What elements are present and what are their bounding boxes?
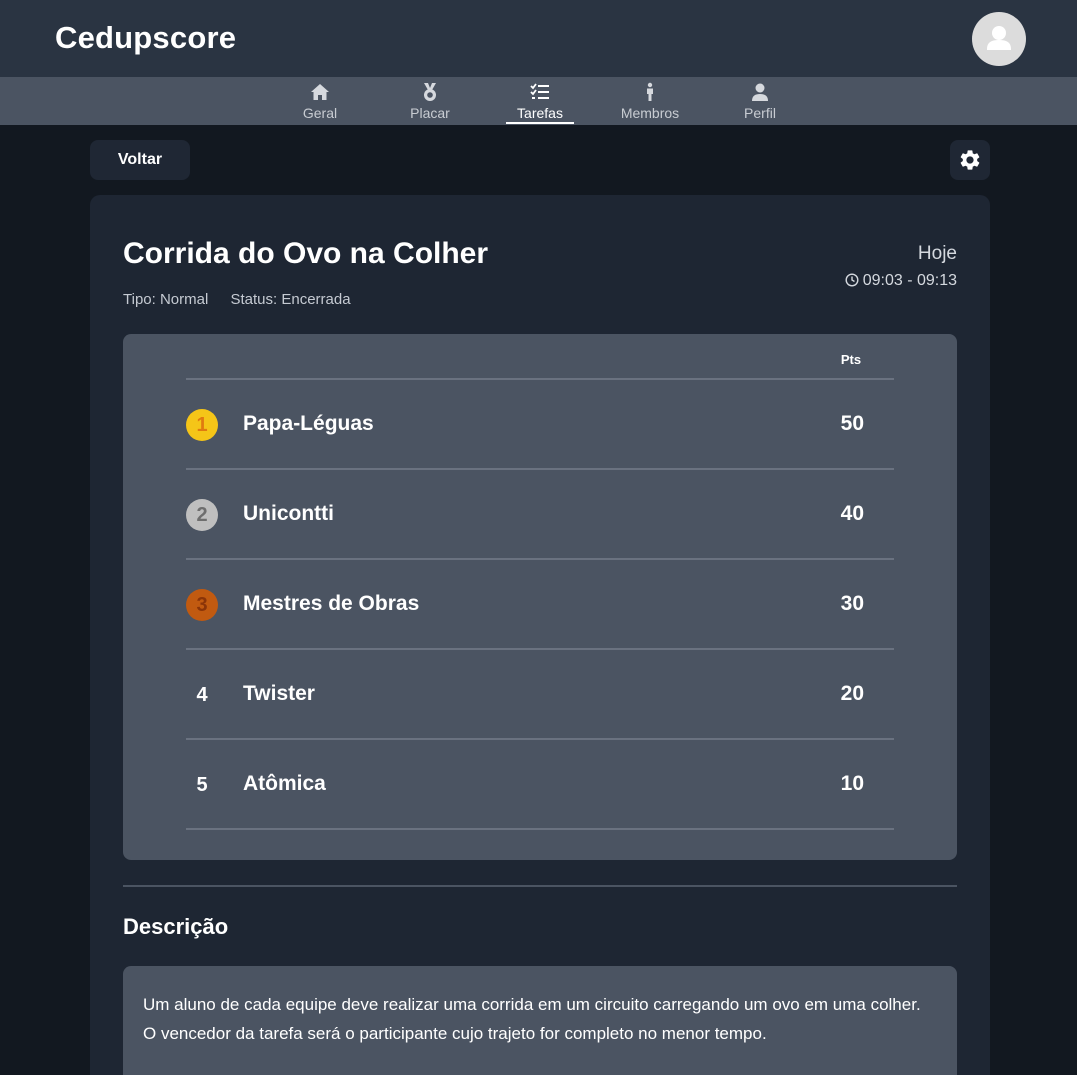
- person-icon: [647, 82, 653, 101]
- score-rows: 1 Papa-Léguas 50 2 Unicontti 40 3 Mestre…: [186, 378, 894, 830]
- rank-badge-bronze: 3: [186, 589, 218, 621]
- medal-icon: [424, 83, 436, 101]
- nav-item-geral[interactable]: Geral: [275, 77, 365, 125]
- rank-badge-gold: 1: [186, 409, 218, 441]
- checklist-icon: [530, 83, 549, 99]
- back-button[interactable]: Voltar: [90, 140, 190, 180]
- team-name: Atômica: [243, 772, 326, 795]
- table-row: 4 Twister 20: [186, 648, 894, 738]
- team-name: Unicontti: [243, 502, 334, 525]
- rank-badge-silver: 2: [186, 499, 218, 531]
- team-points: 50: [840, 412, 864, 435]
- settings-button[interactable]: [950, 140, 990, 180]
- team-name: Papa-Léguas: [243, 412, 374, 435]
- team-name: Twister: [243, 682, 315, 705]
- nav-item-label: Membros: [620, 105, 680, 121]
- table-row: 3 Mestres de Obras 30: [186, 558, 894, 648]
- team-name: Mestres de Obras: [243, 592, 420, 615]
- user-avatar-icon: [987, 26, 1011, 50]
- description-text: Um aluno de cada equipe deve realizar um…: [143, 995, 921, 1043]
- task-card: Corrida do Ovo na Colher Tipo: Normal St…: [90, 195, 990, 1075]
- nav-item-label: Perfil: [744, 105, 776, 121]
- clock-icon: [845, 273, 859, 287]
- score-table: Pts 1 Papa-Léguas 50 2 Unicontti 40 3 Me…: [123, 334, 957, 860]
- description-title: Descrição: [123, 914, 229, 939]
- nav-item-label: Placar: [410, 105, 450, 121]
- app-title: Cedupscore: [55, 20, 237, 55]
- user-icon: [752, 83, 768, 101]
- top-bar: Cedupscore: [0, 0, 1077, 77]
- active-tab-indicator: [506, 122, 574, 124]
- team-points: 30: [840, 592, 864, 615]
- table-row: 5 Atômica 10: [186, 738, 894, 830]
- task-day: Hoje: [917, 243, 957, 264]
- task-title: Corrida do Ovo na Colher: [123, 237, 489, 270]
- nav-item-perfil[interactable]: Perfil: [715, 77, 805, 125]
- team-points: 40: [840, 502, 864, 525]
- avatar[interactable]: [972, 12, 1026, 66]
- task-status: Status: Encerrada: [230, 291, 351, 308]
- description-box: Um aluno de cada equipe deve realizar um…: [123, 966, 957, 1075]
- team-points: 10: [840, 772, 864, 795]
- rank-number: 4: [196, 684, 208, 706]
- task-time-range: 09:03 - 09:13: [845, 272, 957, 290]
- task-type: Tipo: Normal: [123, 291, 209, 308]
- gear-icon: [960, 150, 980, 170]
- task-time: 09:03 - 09:13: [862, 272, 957, 289]
- table-row: 2 Unicontti 40: [186, 468, 894, 558]
- home-icon: [311, 84, 329, 100]
- rank-number: 5: [196, 774, 208, 796]
- main-nav: Geral Placar Tarefas Membros Perfil: [0, 77, 1077, 125]
- team-points: 20: [840, 682, 864, 705]
- nav-item-label: Geral: [302, 105, 338, 121]
- nav-item-label: Tarefas: [517, 105, 563, 121]
- nav-item-placar[interactable]: Placar: [385, 77, 475, 125]
- section-divider: [123, 885, 957, 887]
- nav-item-membros[interactable]: Membros: [605, 77, 695, 125]
- points-column-header: Pts: [840, 352, 862, 367]
- nav-item-tarefas[interactable]: Tarefas: [495, 77, 585, 125]
- task-meta: Tipo: Normal Status: Encerrada: [123, 291, 351, 308]
- table-row: 1 Papa-Léguas 50: [186, 378, 894, 468]
